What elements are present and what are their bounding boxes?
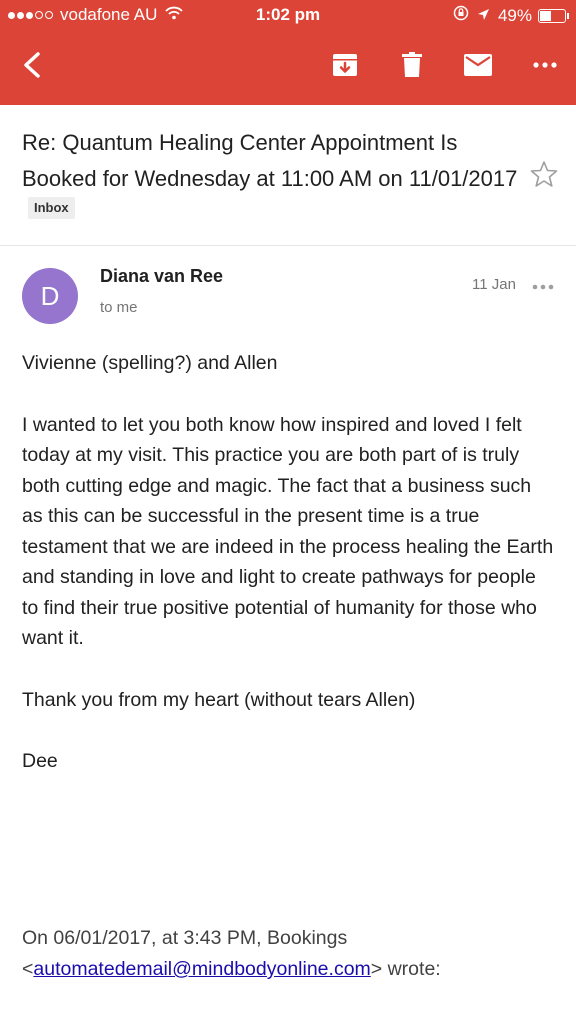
quote-sender-line: <automatedemail@mindbodyonline.com> wrot… [22,954,557,985]
more-horizontal-icon [533,62,557,68]
battery-fill [540,10,551,21]
battery-percent: 49% [497,5,532,25]
mail-icon [464,54,492,76]
battery-icon [538,8,569,23]
avatar[interactable]: D [22,268,78,324]
email-date: 11 Jan [472,276,516,293]
quote-line: On 06/01/2017, at 3:43 PM, Bookings [22,927,348,949]
message-more-button[interactable] [532,277,554,295]
body-paragraph: I wanted to let you both know how inspir… [22,413,554,650]
back-button[interactable] [12,45,52,85]
body-signature: Dee [22,750,58,772]
quoted-reply-header: On 06/01/2017, at 3:43 PM, Bookings <aut… [22,923,557,985]
body-greeting: Vivienne (spelling?) and Allen [22,352,278,374]
more-horizontal-icon [532,284,554,290]
header-divider [0,245,576,246]
archive-button[interactable] [325,45,365,85]
app-bar: vodafone AU 1:02 pm 49% [0,0,576,105]
sender-email-link[interactable]: automatedemail@mindbodyonline.com [33,958,370,980]
quote-suffix: > wrote: [370,958,441,980]
star-button[interactable] [530,160,558,193]
label-badge[interactable]: Inbox [28,197,75,219]
email-body: Vivienne (spelling?) and Allen I wanted … [22,348,557,777]
status-bar: vodafone AU 1:02 pm 49% [0,0,576,30]
recipient-line[interactable]: to me [100,299,138,316]
more-options-button[interactable] [525,45,565,85]
email-subject: Re: Quantum Healing Center Appointment I… [22,130,518,191]
mark-unread-button[interactable] [458,45,498,85]
location-icon [477,6,490,26]
delete-button[interactable] [392,45,432,85]
trash-icon [402,52,422,77]
subject-block: Re: Quantum Healing Center Appointment I… [22,125,522,219]
archive-icon [333,54,357,76]
avatar-initial: D [40,280,60,311]
sender-name[interactable]: Diana van Ree [100,266,223,287]
back-arrow-icon [24,52,40,78]
quote-lt: < [22,958,34,980]
rotation-lock-icon [453,5,469,26]
star-icon [530,161,558,187]
body-thanks: Thank you from my heart (without tears A… [22,688,416,711]
